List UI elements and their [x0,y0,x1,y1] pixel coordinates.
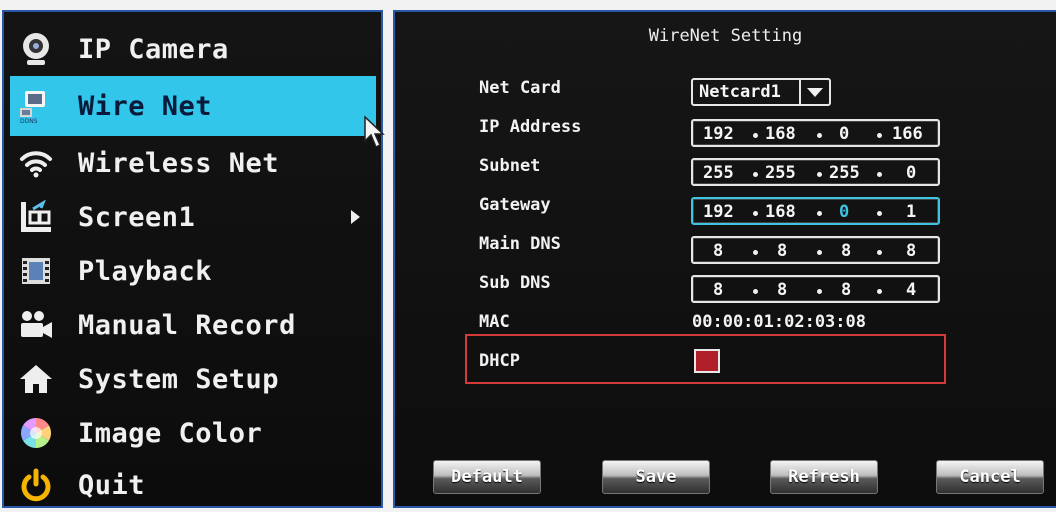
save-button[interactable]: Save [602,460,710,494]
gateway-field[interactable]: 192 168 0 1 [691,197,940,225]
menu-item-screen1[interactable]: Screen1 [10,190,376,244]
ip-octet[interactable]: 8 [841,241,851,261]
menu-item-image-color[interactable]: Image Color [10,406,376,460]
menu-item-label: Screen1 [78,201,196,233]
ip-octet[interactable]: 1 [906,202,916,222]
default-button[interactable]: Default [433,460,541,494]
screen-layout-icon [16,197,56,237]
ip-separator [753,172,758,177]
cancel-button[interactable]: Cancel [936,460,1044,494]
ip-octet[interactable]: 168 [765,124,796,144]
ip-address-label: IP Address [479,117,582,137]
default-button-label: Default [451,467,523,487]
menu-item-label: Wire Net [78,90,213,122]
ip-octet[interactable]: 192 [703,202,734,222]
ip-separator [877,289,882,294]
menu-item-manual-record[interactable]: Manual Record [10,298,376,352]
menu-item-ip-camera[interactable]: IP Camera [10,22,376,76]
menu-item-system-setup[interactable]: System Setup [10,352,376,406]
menu-item-wire-net[interactable]: DDNS Wire Net [10,76,376,136]
ip-octet[interactable]: 8 [777,241,787,261]
wifi-icon [16,143,56,183]
menu-item-label: Manual Record [78,309,296,341]
menu-item-label: System Setup [78,363,280,395]
dhcp-label: DHCP [479,351,520,371]
ip-separator [877,250,882,255]
ip-octet[interactable]: 255 [765,163,796,183]
ip-octet-focused[interactable]: 0 [839,202,849,222]
ip-separator [817,172,822,177]
ip-separator [817,211,822,216]
ip-octet[interactable]: 255 [829,163,860,183]
refresh-button-label: Refresh [788,467,860,487]
power-icon [16,465,56,505]
ip-separator [877,133,882,138]
ip-separator [753,211,758,216]
menu-item-label: Quit [78,469,146,501]
menu-item-label: IP Camera [78,33,229,65]
ip-separator [877,211,882,216]
wirenet-setting-panel: WireNet Setting Net Card Netcard1 IP Add… [393,10,1056,508]
net-card-select[interactable]: Netcard1 [691,78,831,106]
sub-dns-label: Sub DNS [479,273,551,293]
ip-octet[interactable]: 4 [906,280,916,300]
ip-separator [753,133,758,138]
film-icon [16,251,56,291]
ip-octet[interactable]: 8 [713,280,723,300]
net-card-value: Netcard1 [699,82,781,102]
webcam-icon [16,29,56,69]
mac-value: 00:00:01:02:03:08 [692,312,866,332]
menu-item-label: Playback [78,255,213,287]
ip-octet[interactable]: 168 [765,202,796,222]
ip-separator [753,250,758,255]
menu-item-playback[interactable]: Playback [10,244,376,298]
ip-separator [817,250,822,255]
wired-network-icon: DDNS [16,86,56,126]
menu-item-label: Wireless Net [78,147,280,179]
menu-item-label: Image Color [78,417,263,449]
sub-dns-field[interactable]: 8 8 8 4 [691,275,940,303]
main-dns-field[interactable]: 8 8 8 8 [691,236,940,264]
ip-separator [817,289,822,294]
color-wheel-icon [16,413,56,453]
chevron-down-icon [807,87,823,97]
subnet-label: Subnet [479,156,541,176]
subnet-field[interactable]: 255 255 255 0 [691,158,940,186]
ip-octet[interactable]: 192 [703,124,734,144]
ip-separator [877,172,882,177]
ip-separator [817,133,822,138]
mouse-cursor-icon [364,115,385,149]
ip-octet[interactable]: 8 [777,280,787,300]
ip-octet[interactable]: 0 [906,163,916,183]
dropdown-button[interactable] [799,80,829,104]
menu-item-quit[interactable]: Quit [10,458,376,512]
panel-title: WireNet Setting [648,26,803,46]
gateway-label: Gateway [479,195,551,215]
net-card-label: Net Card [479,78,561,98]
refresh-button[interactable]: Refresh [770,460,878,494]
submenu-arrow-icon [351,210,360,224]
save-button-label: Save [635,467,677,487]
ip-octet[interactable]: 166 [892,124,923,144]
menu-item-wireless-net[interactable]: Wireless Net [10,136,376,190]
ip-octet[interactable]: 255 [703,163,734,183]
ip-octet[interactable]: 8 [906,241,916,261]
main-dns-label: Main DNS [479,234,561,254]
ip-octet[interactable]: 8 [713,241,723,261]
cancel-button-label: Cancel [959,467,1021,487]
home-icon [16,359,56,399]
dhcp-checkbox[interactable] [694,349,720,373]
mac-label: MAC [479,312,510,332]
ip-octet[interactable]: 8 [841,280,851,300]
main-menu: IP Camera DDNS Wire Net Wireless Net Scr… [2,10,383,508]
camcorder-icon [16,305,56,345]
ip-separator [753,289,758,294]
ip-octet[interactable]: 0 [839,124,849,144]
svg-text:DDNS: DDNS [20,118,38,124]
ip-address-field[interactable]: 192 168 0 166 [691,119,940,147]
